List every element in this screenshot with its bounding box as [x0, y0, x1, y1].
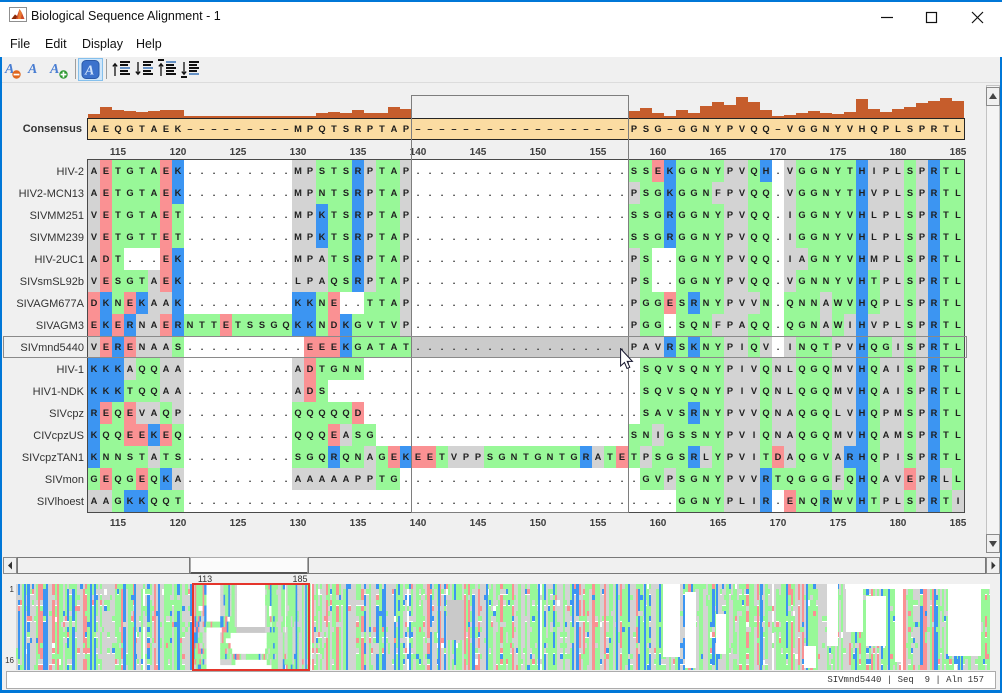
svg-text:A: A [27, 62, 37, 77]
svg-text:A: A [84, 64, 94, 79]
svg-text:A: A [49, 62, 59, 77]
